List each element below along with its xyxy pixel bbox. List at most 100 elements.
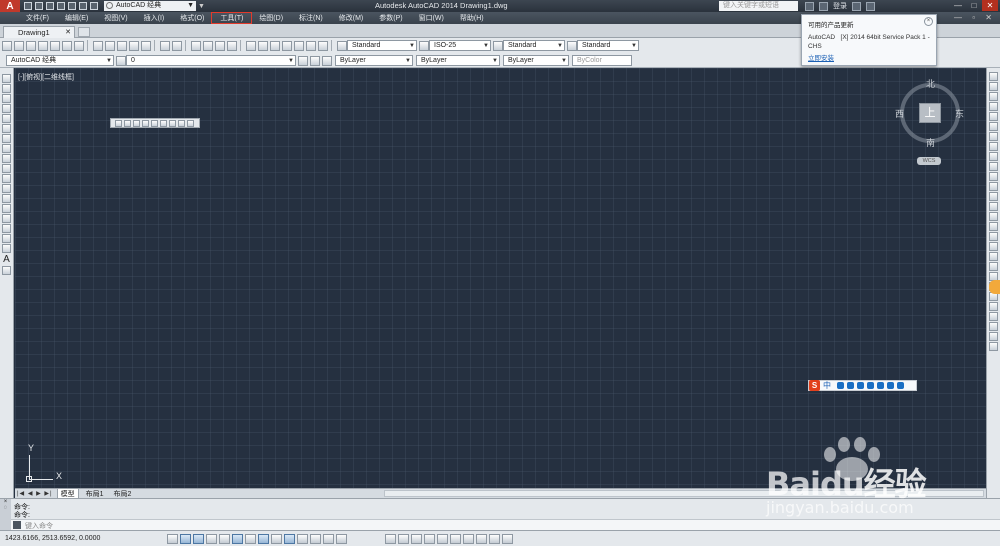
linetype-dropdown[interactable]: ByLayer ▼ — [416, 55, 500, 66]
selection-cycling-toggle[interactable] — [336, 533, 347, 544]
stretch-icon[interactable] — [989, 152, 998, 161]
snap-tangent-icon[interactable] — [989, 312, 998, 321]
multileader-style-dropdown[interactable]: Standard ▼ — [577, 40, 639, 51]
hatch-icon[interactable] — [2, 214, 11, 223]
redo-icon[interactable] — [172, 40, 182, 51]
undo-icon[interactable] — [79, 2, 87, 10]
grid-display-toggle[interactable] — [193, 533, 204, 544]
markup-icon[interactable] — [294, 40, 304, 51]
menu-modify[interactable]: 修改(M) — [331, 13, 372, 23]
wcs-menu[interactable]: WCS — [917, 157, 941, 165]
explode-icon[interactable] — [989, 242, 998, 251]
menu-edit[interactable]: 编辑(E) — [57, 13, 96, 23]
snap-mode-toggle[interactable] — [180, 533, 191, 544]
multiline-text-icon[interactable]: A — [2, 254, 11, 265]
menu-file[interactable]: 文件(F) — [18, 13, 57, 23]
add-selected-icon[interactable] — [2, 266, 11, 275]
tab-drawing1[interactable]: Drawing1 ✕ — [3, 26, 75, 38]
object-snap-toggle[interactable] — [232, 533, 243, 544]
new-tab-button[interactable] — [78, 27, 90, 37]
menu-view[interactable]: 视图(V) — [96, 13, 135, 23]
properties-icon[interactable] — [246, 40, 256, 51]
plotstyle-dropdown[interactable]: ByColor — [572, 55, 632, 66]
make-current-layer-icon[interactable] — [298, 55, 308, 66]
menu-dimension[interactable]: 标注(N) — [291, 13, 331, 23]
design-center-icon[interactable] — [258, 40, 268, 51]
help-icon[interactable] — [318, 40, 328, 51]
layer-dropdown[interactable]: 0 ▼ — [126, 55, 296, 66]
pan-icon[interactable] — [191, 40, 201, 51]
menu-draw[interactable]: 绘图(D) — [251, 13, 291, 23]
command-window-handle[interactable]: × ◌ — [0, 499, 11, 531]
multileader-style-icon[interactable] — [567, 40, 577, 51]
dim-style-dropdown[interactable]: ISO-25 ▼ — [429, 40, 491, 51]
horizontal-scrollbar[interactable] — [384, 490, 984, 497]
extend-icon[interactable] — [989, 172, 998, 181]
save-icon[interactable] — [46, 2, 54, 10]
search-input[interactable]: 键入关键字或短语 — [719, 1, 798, 11]
ime-microphone-icon[interactable] — [857, 382, 864, 389]
zoom-object-icon[interactable] — [151, 119, 158, 127]
menu-format[interactable]: 格式(O) — [172, 13, 212, 23]
block-editor-icon[interactable] — [141, 40, 151, 51]
drawing-canvas[interactable]: [-][俯视][二维线框] 上 北 南 东 西 WCS S 中 Y X — [15, 68, 986, 488]
dynamic-ucs-toggle[interactable] — [271, 533, 282, 544]
viewcube-west[interactable]: 西 — [895, 107, 904, 120]
3d-dwf-icon[interactable] — [74, 40, 84, 51]
scale-icon[interactable] — [989, 142, 998, 151]
move-icon[interactable] — [989, 122, 998, 131]
text-style-icon[interactable] — [337, 40, 347, 51]
offset-icon[interactable] — [989, 102, 998, 111]
zoom-dynamic-icon[interactable] — [124, 119, 131, 127]
help-icon[interactable] — [866, 1, 875, 11]
ellipse-arc-icon[interactable] — [2, 174, 11, 183]
redo-icon[interactable] — [90, 2, 98, 10]
model-space-button[interactable] — [385, 533, 396, 544]
snap-nearest-icon[interactable] — [989, 332, 998, 341]
join-icon[interactable] — [989, 202, 998, 211]
close-icon[interactable]: × — [924, 17, 933, 26]
break-at-point-icon[interactable] — [989, 182, 998, 191]
rotate-icon[interactable] — [989, 132, 998, 141]
ime-wrench-icon[interactable] — [897, 382, 904, 389]
menu-parametric[interactable]: 参数(P) — [371, 13, 410, 23]
dim-style-icon[interactable] — [419, 40, 429, 51]
match-properties-icon[interactable] — [129, 40, 139, 51]
polygon-icon[interactable] — [2, 104, 11, 113]
print-icon[interactable] — [68, 2, 76, 10]
workspace-select[interactable]: AutoCAD 经典 ▼ — [6, 55, 114, 66]
print-icon[interactable] — [38, 40, 48, 51]
workspace-switching-button[interactable] — [450, 533, 461, 544]
snap-perpendicular-icon[interactable] — [989, 322, 998, 331]
menu-insert[interactable]: 插入(I) — [136, 13, 173, 23]
ime-shirt-icon[interactable] — [887, 382, 894, 389]
arc-icon[interactable] — [2, 124, 11, 133]
publish-icon[interactable] — [62, 40, 72, 51]
infer-constraints-toggle[interactable] — [167, 533, 178, 544]
minimize-button[interactable]: — — [950, 0, 966, 11]
annotation-visibility-button[interactable] — [437, 533, 448, 544]
zoom-all-icon[interactable] — [178, 119, 185, 127]
cut-icon[interactable] — [93, 40, 103, 51]
zoom-in-icon[interactable] — [160, 119, 167, 127]
line-icon[interactable] — [2, 74, 11, 83]
dynamic-input-toggle[interactable] — [284, 533, 295, 544]
lock-icon[interactable] — [463, 533, 474, 544]
install-now-link[interactable]: 立即安装 — [808, 52, 930, 62]
side-badge-icon[interactable] — [989, 280, 1000, 294]
clean-screen-icon[interactable] — [502, 533, 513, 544]
viewcube-top-face[interactable]: 上 — [919, 103, 941, 123]
zoom-scale-icon[interactable] — [133, 119, 140, 127]
wrench-icon[interactable] — [13, 521, 21, 529]
hardware-acceleration-icon[interactable] — [476, 533, 487, 544]
menu-help[interactable]: 帮助(H) — [452, 13, 492, 23]
close-icon[interactable]: ✕ — [65, 27, 71, 38]
chamfer-icon[interactable] — [989, 212, 998, 221]
copy-icon[interactable] — [105, 40, 115, 51]
fillet-icon[interactable] — [989, 222, 998, 231]
sheet-set-icon[interactable] — [282, 40, 292, 51]
close-button[interactable]: ✕ — [982, 0, 998, 11]
object-snap-tracking-toggle[interactable] — [258, 533, 269, 544]
menu-tools[interactable]: 工具(T) — [211, 12, 253, 24]
save-as-icon[interactable] — [57, 2, 65, 10]
